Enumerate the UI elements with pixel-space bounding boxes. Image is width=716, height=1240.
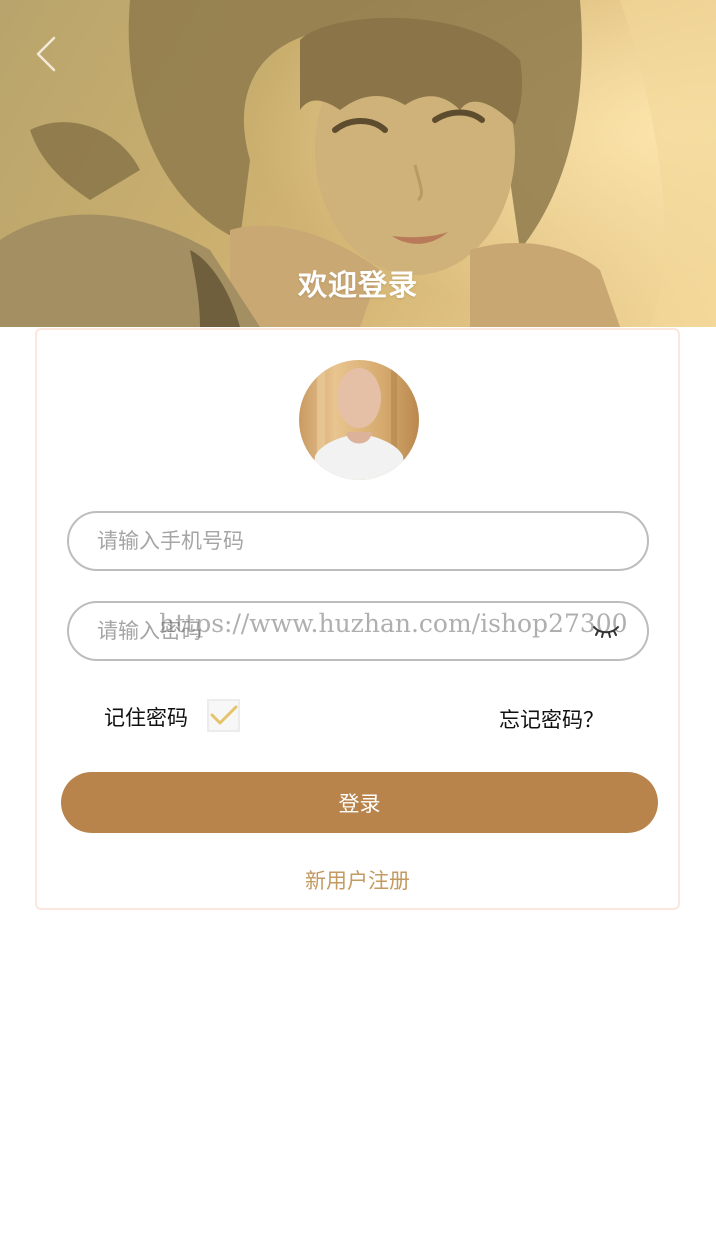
password-input[interactable] [97,603,597,659]
hero-banner: 欢迎登录 [0,0,716,327]
back-button[interactable] [30,32,62,76]
user-avatar-icon [299,360,419,480]
forgot-password-link[interactable]: 忘记密码？ [499,704,604,734]
chevron-left-icon [36,36,56,72]
page-title: 欢迎登录 [297,268,418,302]
remember-password-checkbox[interactable] [207,699,240,732]
login-card: https://www.huzhan.com/ishop27300 记住密码 忘… [35,328,680,910]
login-button[interactable]: 登录 [61,772,658,833]
eye-closed-icon [593,626,619,638]
avatar [299,360,419,480]
register-link[interactable]: 新用户注册 [37,865,678,895]
checkmark-icon [210,705,238,725]
phone-field [67,511,649,571]
toggle-password-visibility[interactable] [591,621,621,641]
password-field: https://www.huzhan.com/ishop27300 [67,601,649,661]
phone-input[interactable] [97,513,597,569]
remember-password-label: 记住密码 [104,706,188,730]
